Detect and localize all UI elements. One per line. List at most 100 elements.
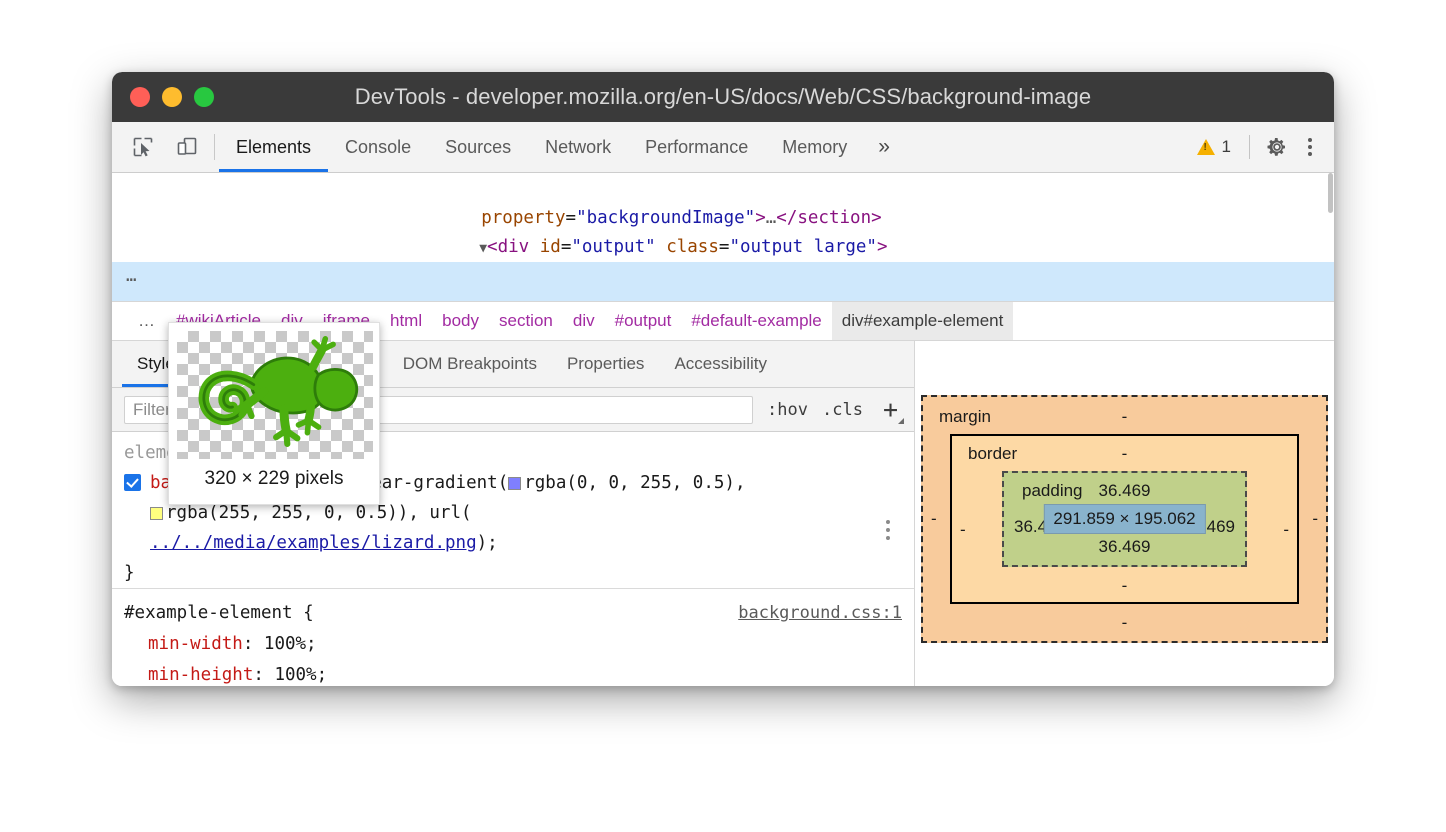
warning-badge[interactable]: 1	[1197, 137, 1237, 157]
tab-console-label: Console	[345, 137, 411, 158]
breadcrumb-item-output[interactable]: #output	[605, 302, 682, 340]
breadcrumb-item-html[interactable]: html	[380, 302, 432, 340]
breadcrumb-item-section[interactable]: section	[489, 302, 563, 340]
dom-tree-panel[interactable]: property="backgroundImage">…</section> ▼…	[112, 173, 1334, 301]
tab-memory-label: Memory	[782, 137, 847, 158]
inspect-element-icon[interactable]	[128, 132, 158, 162]
subtab-dom-breakpoints[interactable]: DOM Breakpoints	[388, 341, 552, 387]
rule-source-link[interactable]: background.css:1	[738, 597, 902, 629]
devtools-toolbar: Elements Console Sources Network Perform…	[112, 122, 1334, 173]
box-model-margin-box[interactable]: margin - - - - border - - - - padding 36…	[921, 395, 1328, 643]
tab-elements[interactable]: Elements	[219, 122, 328, 172]
breadcrumb-item-body[interactable]: body	[432, 302, 489, 340]
pseudo-state-buttons: :hov .cls +	[763, 397, 904, 422]
subtab-accessibility[interactable]: Accessibility	[659, 341, 782, 387]
rule-selector[interactable]: #example-element {	[124, 597, 314, 629]
dom-equals: =	[561, 237, 572, 257]
tab-performance[interactable]: Performance	[628, 122, 765, 172]
dom-tree-scrollbar[interactable]	[1328, 173, 1333, 213]
box-model-border-box[interactable]: border - - - - padding 36.469 36.469 36.…	[950, 434, 1299, 604]
color-swatch-blue[interactable]	[508, 477, 521, 490]
declaration-value-end: );	[477, 533, 498, 553]
close-window-button[interactable]	[130, 87, 150, 107]
zoom-window-button[interactable]	[194, 87, 214, 107]
breadcrumb-item-example-element[interactable]: div#example-element	[832, 302, 1014, 340]
css-rule-block: #example-element { background.css:1 min-…	[112, 588, 914, 686]
declaration-value-rgba-blue: rgba(0, 0, 255, 0.5),	[524, 473, 745, 493]
dom-attr-name: class	[666, 237, 719, 257]
tab-network[interactable]: Network	[528, 122, 628, 172]
box-model-border-right[interactable]: -	[1283, 520, 1289, 540]
background-image-url-link[interactable]: ../../media/examples/lizard.png	[150, 533, 477, 553]
tab-console[interactable]: Console	[328, 122, 428, 172]
box-model-margin-right[interactable]: -	[1312, 509, 1318, 529]
dom-attr-value: "output"	[571, 237, 655, 257]
box-model-padding-box[interactable]: padding 36.469 36.469 36.469 36.469 291.…	[1002, 471, 1247, 567]
breadcrumb-overflow[interactable]: …	[128, 302, 166, 340]
tab-memory[interactable]: Memory	[765, 122, 864, 172]
breadcrumb-item-default-example[interactable]: #default-example	[681, 302, 831, 340]
tab-network-label: Network	[545, 137, 611, 158]
declaration-enabled-checkbox[interactable]	[124, 474, 141, 491]
rule-context-menu-icon[interactable]	[886, 520, 890, 540]
tab-sources[interactable]: Sources	[428, 122, 528, 172]
hov-button[interactable]: :hov	[767, 400, 808, 420]
box-model-padding-top[interactable]: 36.469	[1099, 481, 1151, 501]
box-model-padding-bottom[interactable]: 36.469	[1099, 537, 1151, 557]
box-model-pane: margin - - - - border - - - - padding 36…	[915, 341, 1334, 686]
toolbar-divider	[214, 134, 215, 160]
search-input-placeholder: Filter	[133, 400, 171, 420]
image-dimensions-label: 320 × 229 pixels	[177, 459, 371, 499]
dom-tree-row-selected[interactable]: gradient(rgba(0, 0, 255, 0.5), rgba(255,…	[112, 291, 1334, 301]
cls-button[interactable]: .cls	[822, 400, 863, 420]
box-model-margin-bottom[interactable]: -	[1122, 613, 1128, 633]
box-model-border-bottom[interactable]: -	[1122, 576, 1128, 596]
subtab-properties-label: Properties	[567, 354, 644, 374]
dom-attr-value: "backgroundImage"	[576, 208, 755, 228]
kebab-menu-icon[interactable]	[1300, 138, 1320, 156]
breadcrumb-item-div-2[interactable]: div	[563, 302, 605, 340]
declaration-min-width[interactable]: min-width: 100%;	[112, 629, 914, 660]
expand-triangle-icon[interactable]: ▼	[479, 241, 487, 256]
window-titlebar: DevTools - developer.mozilla.org/en-US/d…	[112, 72, 1334, 122]
warning-count-label: 1	[1222, 137, 1231, 157]
lizard-preview-image	[177, 331, 373, 459]
box-model-margin-top[interactable]: -	[1122, 407, 1128, 427]
box-model-border-top[interactable]: -	[1122, 444, 1128, 464]
dom-tree-row-selected[interactable]: …<div id="example-element" style="backgr…	[112, 262, 1334, 291]
more-tabs-button[interactable]: »	[864, 122, 904, 172]
dom-space	[656, 237, 667, 257]
dom-tree-row[interactable]: property="backgroundImage">…</section>	[112, 175, 1334, 204]
box-model-border-left[interactable]: -	[960, 520, 966, 540]
subtab-dom-breakpoints-label: DOM Breakpoints	[403, 354, 537, 374]
box-model-content-box[interactable]: 291.859 × 195.062	[1043, 504, 1205, 534]
window-title: DevTools - developer.mozilla.org/en-US/d…	[112, 84, 1334, 110]
minimize-window-button[interactable]	[162, 87, 182, 107]
dom-tag-open: <div	[487, 237, 540, 257]
tab-sources-label: Sources	[445, 137, 511, 158]
dom-ellipsis[interactable]: …	[766, 208, 777, 228]
property-name[interactable]: min-width	[148, 634, 243, 654]
device-toolbar-icon[interactable]	[172, 132, 202, 162]
dom-equals: =	[566, 208, 577, 228]
property-value[interactable]: 100%;	[264, 634, 317, 654]
box-model-margin-left[interactable]: -	[931, 509, 937, 529]
declaration-min-height[interactable]: min-height: 100%;	[112, 660, 914, 686]
box-model-margin-label: margin	[939, 407, 991, 427]
dom-tag-close: >	[877, 237, 888, 257]
property-name[interactable]: min-height	[148, 665, 253, 685]
box-model-padding-label: padding	[1022, 481, 1083, 501]
dom-row-badge[interactable]: …	[126, 262, 138, 291]
color-swatch-yellow[interactable]	[150, 507, 163, 520]
gear-icon[interactable]	[1262, 132, 1292, 162]
dom-attr-name: property	[481, 208, 565, 228]
tab-elements-label: Elements	[236, 137, 311, 158]
subtab-properties[interactable]: Properties	[552, 341, 659, 387]
property-value[interactable]: 100%;	[274, 665, 327, 685]
toolbar-icon-group	[112, 122, 214, 172]
toolbar-right-group: 1	[1197, 122, 1334, 172]
dom-closing-tag: </section>	[776, 208, 881, 228]
warning-triangle-icon	[1197, 139, 1215, 155]
new-style-rule-button[interactable]: +	[877, 397, 904, 422]
subtab-accessibility-label: Accessibility	[674, 354, 767, 374]
